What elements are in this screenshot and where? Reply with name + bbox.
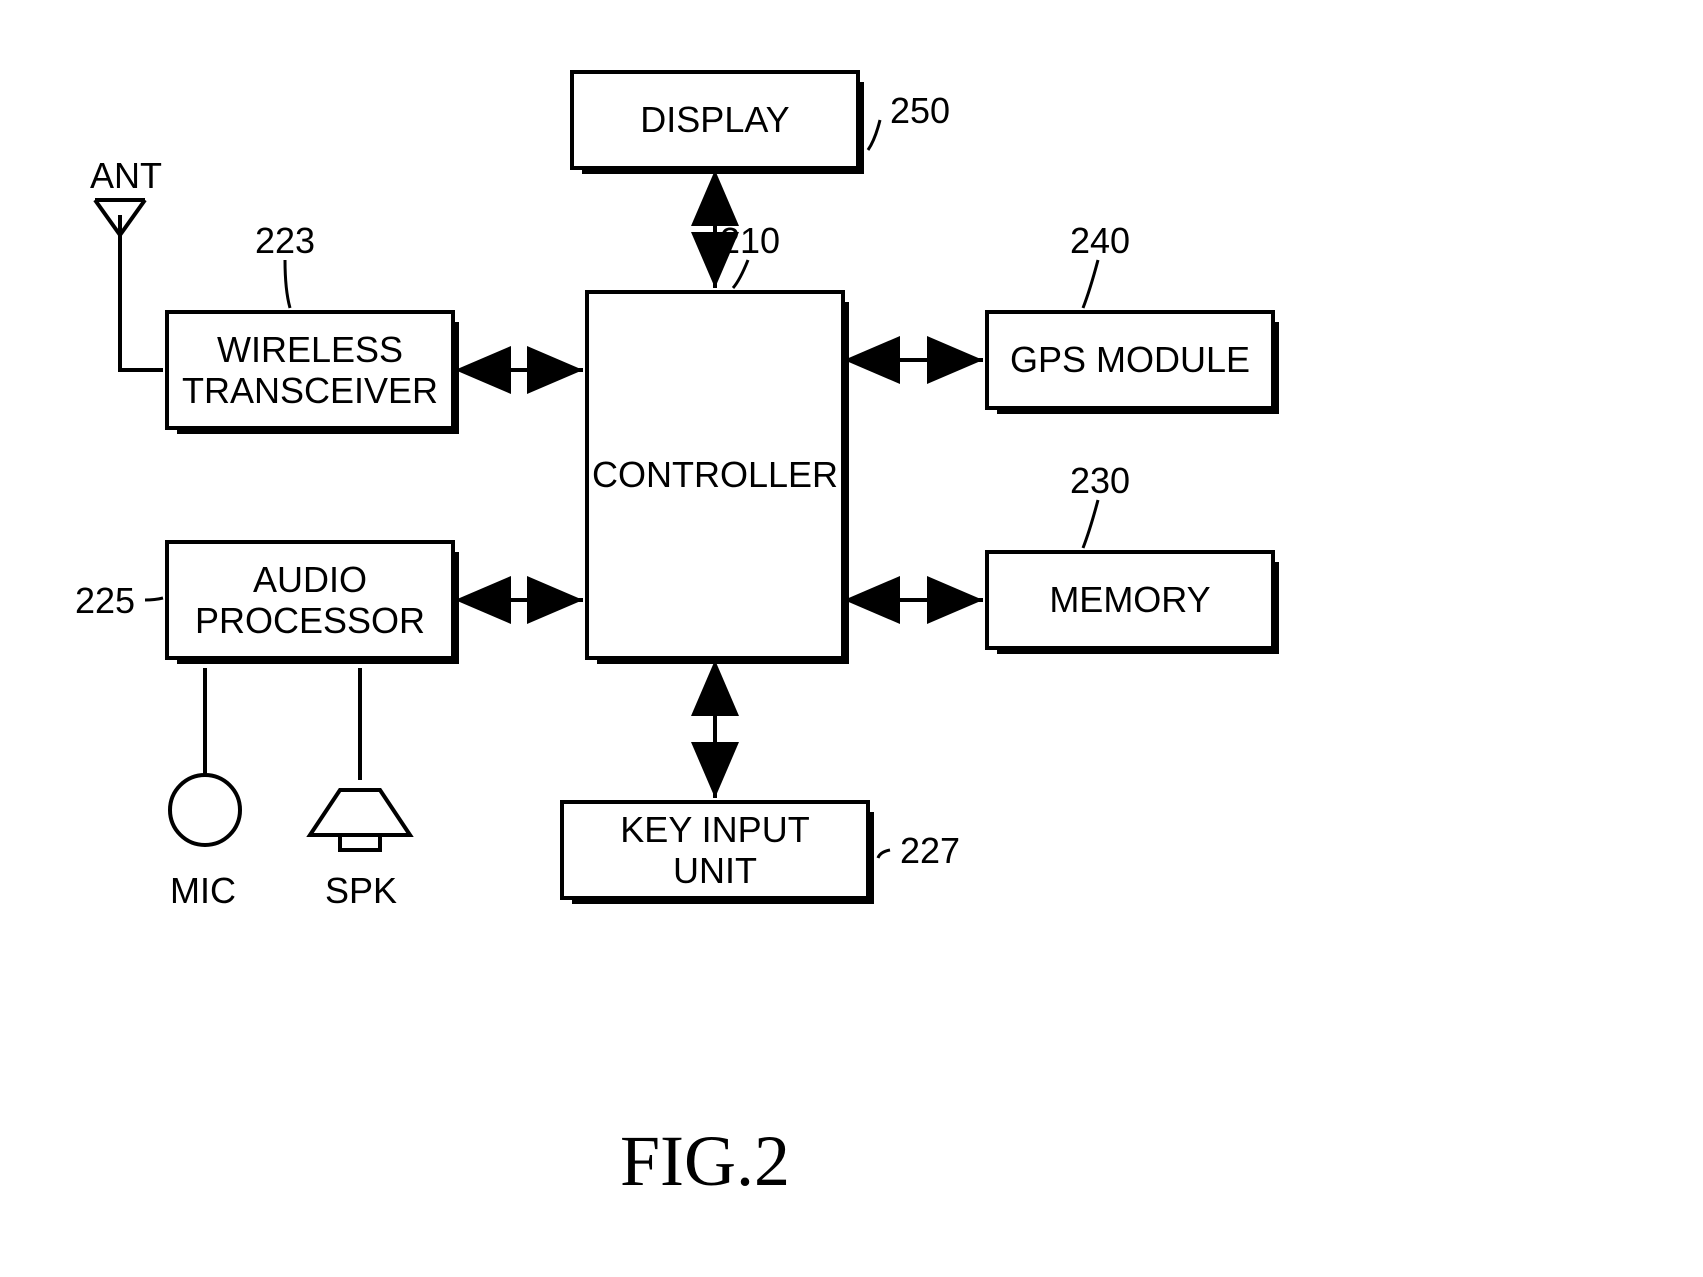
block-wireless-label: WIRELESS TRANSCEIVER [182, 329, 438, 412]
ref-memory: 230 [1070, 460, 1130, 502]
block-controller-label: CONTROLLER [592, 454, 838, 495]
leader-display [868, 120, 880, 150]
block-gps: GPS MODULE [985, 310, 1275, 410]
leader-keyinput [878, 850, 890, 858]
ref-audio: 225 [75, 580, 135, 622]
block-audio-label: AUDIO PROCESSOR [195, 559, 425, 642]
block-gps-label: GPS MODULE [1010, 339, 1250, 380]
leader-audio [145, 598, 163, 600]
block-audio: AUDIO PROCESSOR [165, 540, 455, 660]
label-speaker: SPK [325, 870, 397, 912]
label-mic: MIC [170, 870, 236, 912]
diagram-canvas: DISPLAY WIRELESS TRANSCEIVER CONTROLLER … [0, 0, 1703, 1277]
block-keyinput-label: KEY INPUT UNIT [574, 809, 856, 892]
antenna-icon [95, 200, 145, 235]
ref-wireless: 223 [255, 220, 315, 262]
leader-memory [1083, 500, 1098, 548]
block-memory-label: MEMORY [1049, 579, 1210, 620]
leader-controller [733, 260, 748, 288]
speaker-icon [310, 790, 410, 850]
ref-display: 250 [890, 90, 950, 132]
leader-gps [1083, 260, 1098, 308]
wire-antenna [120, 215, 163, 370]
mic-icon [170, 775, 240, 845]
block-display: DISPLAY [570, 70, 860, 170]
leader-wireless [285, 260, 290, 308]
block-memory: MEMORY [985, 550, 1275, 650]
figure-caption: FIG.2 [620, 1120, 790, 1203]
block-keyinput: KEY INPUT UNIT [560, 800, 870, 900]
block-controller: CONTROLLER [585, 290, 845, 660]
ref-keyinput: 227 [900, 830, 960, 872]
block-wireless: WIRELESS TRANSCEIVER [165, 310, 455, 430]
ref-controller: 210 [720, 220, 780, 262]
ref-gps: 240 [1070, 220, 1130, 262]
label-antenna: ANT [90, 155, 162, 197]
block-display-label: DISPLAY [640, 99, 789, 140]
